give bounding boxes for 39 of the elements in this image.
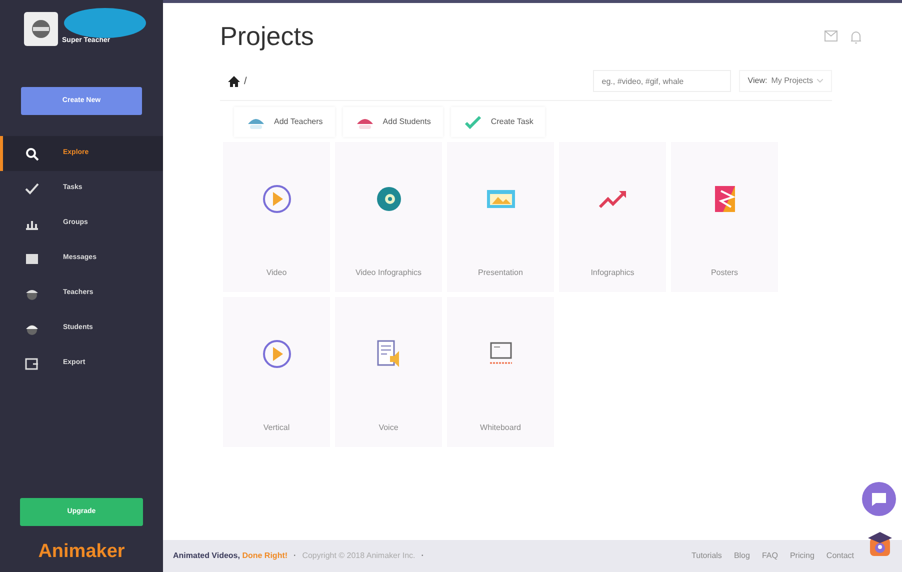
footer-tagline-highlight: Done Right! xyxy=(242,551,288,560)
view-dropdown[interactable]: View: My Projects xyxy=(738,70,832,92)
breadcrumb-separator: / xyxy=(244,74,247,88)
checkmark-icon xyxy=(25,182,39,196)
search-field[interactable]: eg., #video, #gif, whale xyxy=(592,70,731,92)
animaker-logo[interactable]: Animaker xyxy=(0,532,163,572)
footer-separator: · xyxy=(421,550,424,562)
action-button[interactable]: Create Task xyxy=(450,107,546,137)
caret-icon xyxy=(817,79,823,83)
footer-link[interactable]: Contact xyxy=(826,550,854,562)
project-tile[interactable]: Presentation xyxy=(447,142,554,292)
chat-icon xyxy=(871,492,887,506)
action-button[interactable]: Add Students xyxy=(342,107,443,137)
project-tile[interactable]: Infographics xyxy=(559,142,666,292)
search-icon xyxy=(25,146,39,160)
play-icon xyxy=(260,183,292,215)
action-button[interactable]: Add Teachers xyxy=(234,107,335,137)
footer-link[interactable]: FAQ xyxy=(762,550,778,562)
graduation-cap-icon[interactable] xyxy=(866,530,894,558)
footer-link[interactable]: Tutorials xyxy=(692,550,722,562)
export-icon xyxy=(25,356,39,370)
avatar-icon[interactable] xyxy=(24,12,58,46)
footer-link[interactable]: Pricing xyxy=(790,550,814,562)
project-tile[interactable]: Posters xyxy=(671,142,778,292)
footer-tagline: Animated Videos, xyxy=(173,551,241,560)
project-tile[interactable]: Whiteboard xyxy=(447,297,554,447)
home-icon[interactable] xyxy=(228,76,240,86)
message-icon xyxy=(25,252,39,266)
project-tile[interactable]: Vertical xyxy=(223,297,330,447)
footer-separator: · xyxy=(294,550,296,562)
copyright-text: Copyright © 2018 Animaker Inc. xyxy=(302,550,416,562)
footer-link[interactable]: Blog xyxy=(734,550,750,562)
chat-button[interactable] xyxy=(862,482,896,516)
project-tile[interactable]: Video Infographics xyxy=(335,142,442,292)
checkmark-icon xyxy=(462,114,483,130)
project-tile[interactable]: Voice xyxy=(335,297,442,447)
page-title: Projects xyxy=(220,20,314,53)
play-icon xyxy=(260,338,292,370)
project-tile[interactable]: Video xyxy=(223,142,330,292)
